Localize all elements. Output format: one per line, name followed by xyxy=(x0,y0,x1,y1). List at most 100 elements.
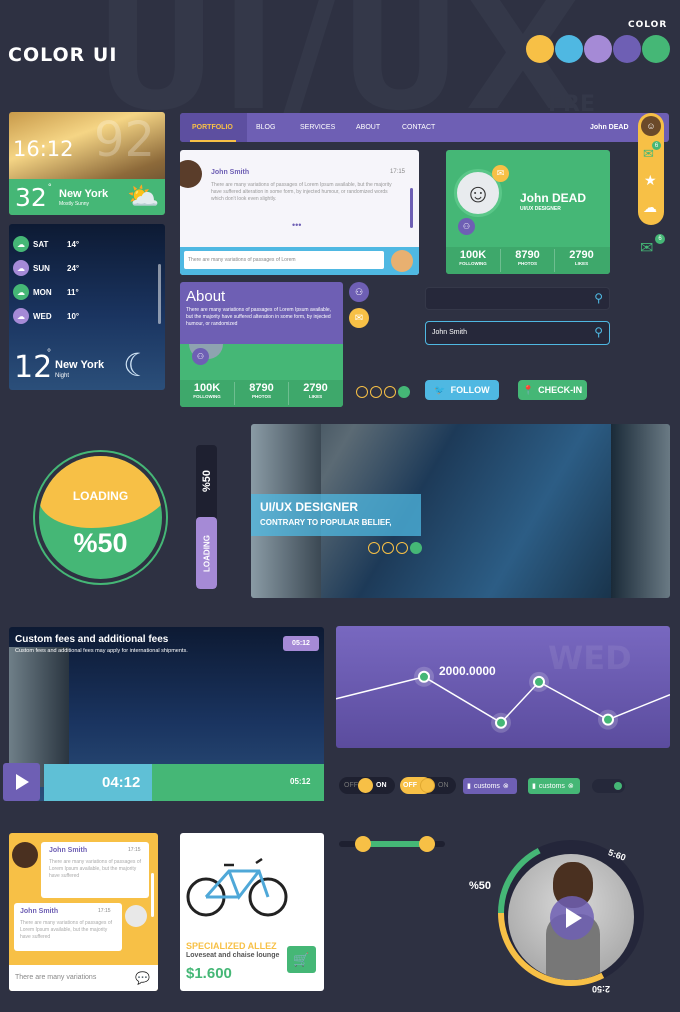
swatch-blue[interactable] xyxy=(555,35,583,63)
search-icon[interactable]: ⚲ xyxy=(594,325,603,339)
scrollbar[interactable] xyxy=(158,264,161,324)
chat-bubble-icon[interactable]: 💬 xyxy=(135,971,150,985)
swatch-purple[interactable] xyxy=(613,35,641,63)
stat-value: 2790 xyxy=(569,249,594,261)
stat-label: FOLLOWING xyxy=(459,261,487,266)
product-card: SPECIALIZED ALLEZ Loveseat and chaise lo… xyxy=(180,833,324,991)
pager-dot-active[interactable] xyxy=(398,386,410,398)
page-title: COLOR UI xyxy=(8,44,118,66)
toggle-on-label: ON xyxy=(376,782,387,789)
toggle-switch[interactable]: OFF ON xyxy=(339,777,395,794)
toggle-knob[interactable] xyxy=(358,778,373,793)
line-chart-card: WED 2000.0000 xyxy=(336,626,670,748)
swatch-yellow[interactable] xyxy=(526,35,554,63)
follow-button[interactable]: 🐦 FOLLOW xyxy=(425,380,499,400)
scrollbar[interactable] xyxy=(410,188,413,228)
avatar xyxy=(12,842,38,868)
users-icon[interactable]: ⚇ xyxy=(458,218,475,235)
nav-item[interactable]: CONTACT xyxy=(402,124,435,131)
weather-time: 16:12 xyxy=(13,137,74,161)
swatch-lavender[interactable] xyxy=(584,35,612,63)
search-icon[interactable]: ⚲ xyxy=(594,291,603,305)
nav-item[interactable]: SERVICES xyxy=(300,124,335,131)
chart-point[interactable] xyxy=(602,713,614,726)
weather-city: New York xyxy=(59,188,109,200)
chat-time: 17:15 xyxy=(128,847,141,853)
weather-day-card: 92 16:12 32 ° New York Mostly Sunny ⛅ xyxy=(9,112,165,215)
chat-name: John Smith xyxy=(20,908,59,915)
pager-dot[interactable] xyxy=(382,542,394,554)
color-label: COLOR xyxy=(628,20,668,30)
search-input[interactable]: John Smith ⚲ xyxy=(425,321,610,345)
weather-temp: 32 xyxy=(15,183,47,212)
customs-tag[interactable]: ▮ customs ⊗ xyxy=(528,778,580,794)
weather-day-temp: 14° xyxy=(67,240,80,249)
mail-icon[interactable]: ✉ xyxy=(492,165,509,182)
about-title: About xyxy=(186,288,226,305)
cloud-icon[interactable]: ☁ xyxy=(643,199,657,216)
users-icon[interactable]: ⚇ xyxy=(192,348,209,365)
star-icon[interactable]: ★ xyxy=(644,172,657,189)
cart-icon[interactable]: 🛒 xyxy=(287,946,316,973)
profile-name: John DEAD xyxy=(520,191,586,205)
stat-value: 2790 xyxy=(303,382,328,394)
weather-bg-number: 92 xyxy=(94,112,156,168)
nav-item[interactable]: PORTFOLIO xyxy=(192,124,233,131)
nav-item[interactable]: ABOUT xyxy=(356,124,380,131)
more-icon[interactable]: ••• xyxy=(292,220,301,230)
loading-circle: LOADING %50 xyxy=(35,452,166,583)
toggle-switch[interactable]: OFF ON xyxy=(400,777,456,794)
toggle-knob[interactable] xyxy=(420,778,435,793)
chart-point[interactable] xyxy=(418,670,430,683)
nav-user-name[interactable]: John DEAD xyxy=(590,124,629,131)
tag-icon: ▮ xyxy=(532,783,536,790)
play-button[interactable] xyxy=(3,763,40,801)
pager-dot-active[interactable] xyxy=(410,542,422,554)
scrollbar[interactable] xyxy=(151,873,154,917)
product-name: SPECIALIZED ALLEZ xyxy=(186,941,277,951)
chart-point[interactable] xyxy=(533,675,545,688)
hero-title: UI/UX DESIGNER xyxy=(260,500,359,514)
stat-label: FOLLOWING xyxy=(193,394,221,399)
pager-dot[interactable] xyxy=(356,386,368,398)
chat-time: 17:15 xyxy=(390,169,406,175)
weather-day-temp: 24° xyxy=(67,264,80,273)
pager-dot[interactable] xyxy=(396,542,408,554)
nav-item[interactable]: BLOG xyxy=(256,124,275,131)
chat-message: There are many variations of passages of… xyxy=(211,182,392,202)
moon-icon: ☾ xyxy=(123,347,152,383)
night-condition: Night xyxy=(55,373,70,379)
avatar[interactable]: ☺ xyxy=(641,116,661,136)
pager-dot[interactable] xyxy=(368,542,380,554)
search-input[interactable]: ⚲ xyxy=(425,287,610,310)
player-percent: %50 xyxy=(469,880,492,892)
chat-input[interactable]: There are many variations of passages of… xyxy=(184,251,384,269)
users-icon[interactable]: ⚇ xyxy=(349,282,369,302)
pager-dot[interactable] xyxy=(370,386,382,398)
chart-point[interactable] xyxy=(495,716,507,729)
mini-toggle[interactable] xyxy=(592,779,625,793)
close-icon[interactable]: ⊗ xyxy=(503,782,509,790)
chat-input[interactable]: There are many variations xyxy=(15,974,96,981)
avatar xyxy=(125,905,147,927)
swatch-green[interactable] xyxy=(642,35,670,63)
profile-card: ☺ ✉ ⚇ John DEAD UI/UX DESIGNER 100K FOLL… xyxy=(446,150,610,274)
range-handle[interactable] xyxy=(355,836,371,852)
close-icon[interactable]: ⊗ xyxy=(568,782,574,790)
checkin-button[interactable]: 📍 CHECK-IN xyxy=(518,380,587,400)
pager-dot[interactable] xyxy=(384,386,396,398)
search-input-value[interactable]: John Smith xyxy=(432,329,467,336)
customs-tag[interactable]: ▮ customs ⊗ xyxy=(463,778,517,794)
range-slider[interactable] xyxy=(339,836,445,852)
mail-icon[interactable]: ✉ xyxy=(349,308,369,328)
video-title: Custom fees and additional fees xyxy=(15,634,169,645)
range-handle[interactable] xyxy=(419,836,435,852)
video-progress[interactable]: 04:12 05:12 xyxy=(44,764,324,801)
play-icon xyxy=(566,908,582,928)
weather-night-card: ☁ SAT 14° ☁ SUN 24° ☁ MON 11° ☁ WED 10° 12 … xyxy=(9,224,165,390)
about-body: There are many variations of passages of… xyxy=(186,307,332,327)
video-end-time: 05:12 xyxy=(290,777,311,786)
play-button[interactable] xyxy=(550,896,594,940)
checkin-label: CHECK-IN xyxy=(538,385,583,395)
mail-icon[interactable]: ✉ xyxy=(640,238,653,258)
